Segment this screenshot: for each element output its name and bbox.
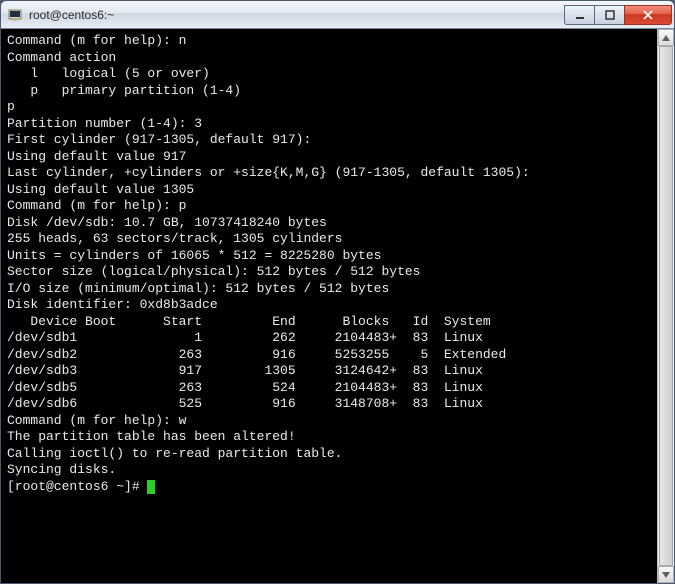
prompt-line: [root@centos6 ~]#: [7, 479, 651, 496]
cursor: [147, 480, 155, 494]
terminal-line: Command action: [7, 50, 651, 67]
putty-window: root@centos6:~ Command (m for help): nCo…: [0, 0, 675, 584]
scroll-track[interactable]: [658, 46, 674, 566]
terminal-line: Device Boot Start End Blocks Id System: [7, 314, 651, 331]
terminal-line: First cylinder (917-1305, default 917):: [7, 132, 651, 149]
terminal-area: Command (m for help): nCommand action l …: [1, 29, 674, 583]
terminal-line: I/O size (minimum/optimal): 512 bytes / …: [7, 281, 651, 298]
minimize-button[interactable]: [564, 5, 594, 25]
terminal-line: Using default value 917: [7, 149, 651, 166]
titlebar[interactable]: root@centos6:~: [1, 1, 674, 29]
terminal-line: Command (m for help): p: [7, 198, 651, 215]
prompt-text: [root@centos6 ~]#: [7, 479, 147, 494]
terminal-line: l logical (5 or over): [7, 66, 651, 83]
terminal-line: Partition number (1-4): 3: [7, 116, 651, 133]
scroll-down-button[interactable]: [658, 566, 674, 583]
terminal-line: Disk identifier: 0xd8b3adce: [7, 297, 651, 314]
terminal-line: /dev/sdb2 263 916 5253255 5 Extended: [7, 347, 651, 364]
terminal-line: Command (m for help): w: [7, 413, 651, 430]
putty-icon: [7, 7, 23, 23]
terminal-line: Sector size (logical/physical): 512 byte…: [7, 264, 651, 281]
terminal-line: p primary partition (1-4): [7, 83, 651, 100]
terminal-line: 255 heads, 63 sectors/track, 1305 cylind…: [7, 231, 651, 248]
maximize-button[interactable]: [594, 5, 624, 25]
terminal-line: Units = cylinders of 16065 * 512 = 82252…: [7, 248, 651, 265]
terminal-line: Command (m for help): n: [7, 33, 651, 50]
terminal-line: /dev/sdb3 917 1305 3124642+ 83 Linux: [7, 363, 651, 380]
terminal-line: /dev/sdb6 525 916 3148708+ 83 Linux: [7, 396, 651, 413]
scrollbar[interactable]: [657, 29, 674, 583]
scroll-up-button[interactable]: [658, 29, 674, 46]
terminal-line: /dev/sdb1 1 262 2104483+ 83 Linux: [7, 330, 651, 347]
terminal-line: Disk /dev/sdb: 10.7 GB, 10737418240 byte…: [7, 215, 651, 232]
terminal-line: Last cylinder, +cylinders or +size{K,M,G…: [7, 165, 651, 182]
terminal-line: Syncing disks.: [7, 462, 651, 479]
scroll-thumb[interactable]: [659, 46, 673, 566]
terminal[interactable]: Command (m for help): nCommand action l …: [1, 29, 657, 583]
terminal-line: p: [7, 99, 651, 116]
close-button[interactable]: [624, 5, 672, 25]
window-title: root@centos6:~: [29, 8, 564, 22]
terminal-line: The partition table has been altered!: [7, 429, 651, 446]
terminal-line: Calling ioctl() to re-read partition tab…: [7, 446, 651, 463]
terminal-line: Using default value 1305: [7, 182, 651, 199]
window-controls: [564, 5, 672, 25]
terminal-line: /dev/sdb5 263 524 2104483+ 83 Linux: [7, 380, 651, 397]
